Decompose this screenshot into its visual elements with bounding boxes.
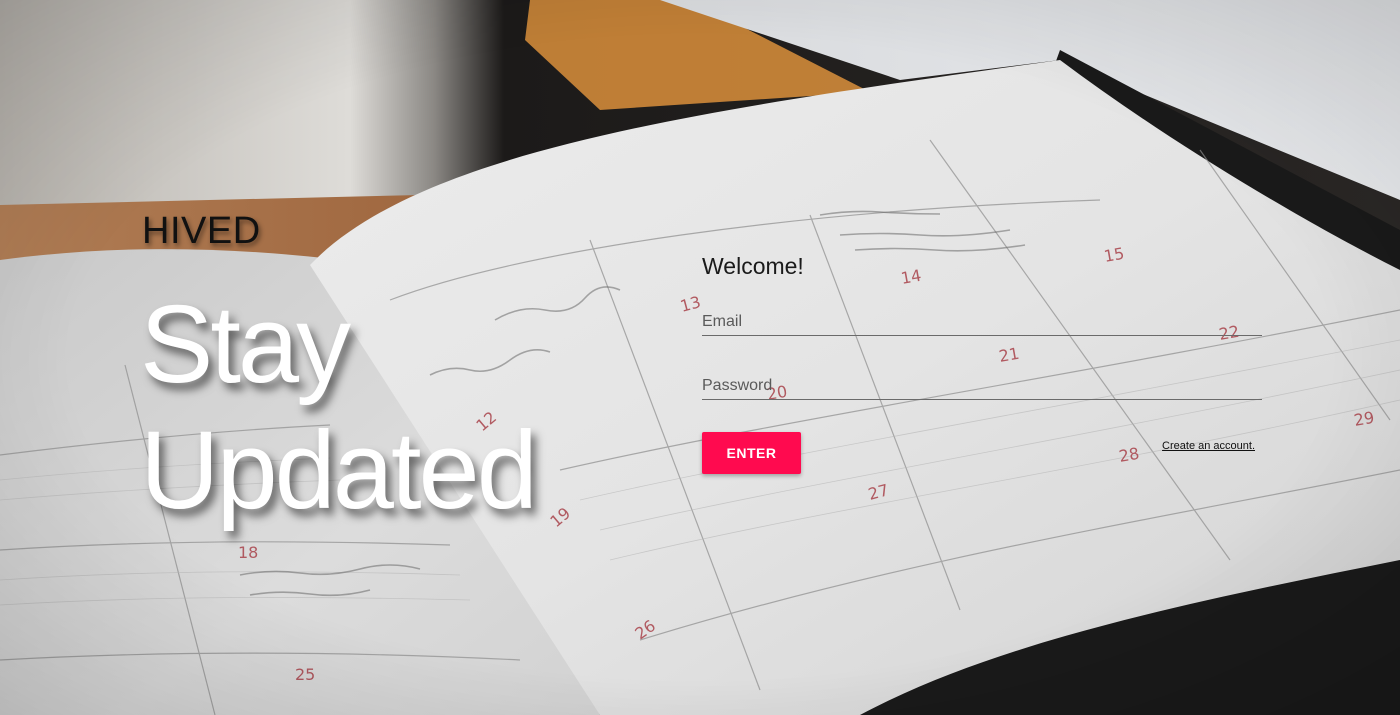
create-account-link[interactable]: Create an account. [1162, 440, 1255, 452]
password-field-wrapper [702, 374, 1262, 400]
login-form: Welcome! ENTER Create an account. [702, 252, 1262, 474]
password-input[interactable] [702, 374, 1262, 398]
email-input[interactable] [702, 310, 1262, 334]
form-actions: ENTER Create an account. [702, 432, 1262, 474]
email-field-wrapper [702, 310, 1262, 336]
brand-logo-text: HIVED [142, 210, 261, 252]
hero-line-1: Stay [140, 283, 351, 406]
hero-line-2: Updated [140, 409, 538, 532]
hero-heading: Stay Updated [140, 282, 538, 534]
enter-button[interactable]: ENTER [702, 432, 801, 474]
login-page: 13 18 19 20 21 22 25 26 27 28 29 12 14 1… [0, 0, 1400, 715]
welcome-heading: Welcome! [702, 253, 804, 279]
